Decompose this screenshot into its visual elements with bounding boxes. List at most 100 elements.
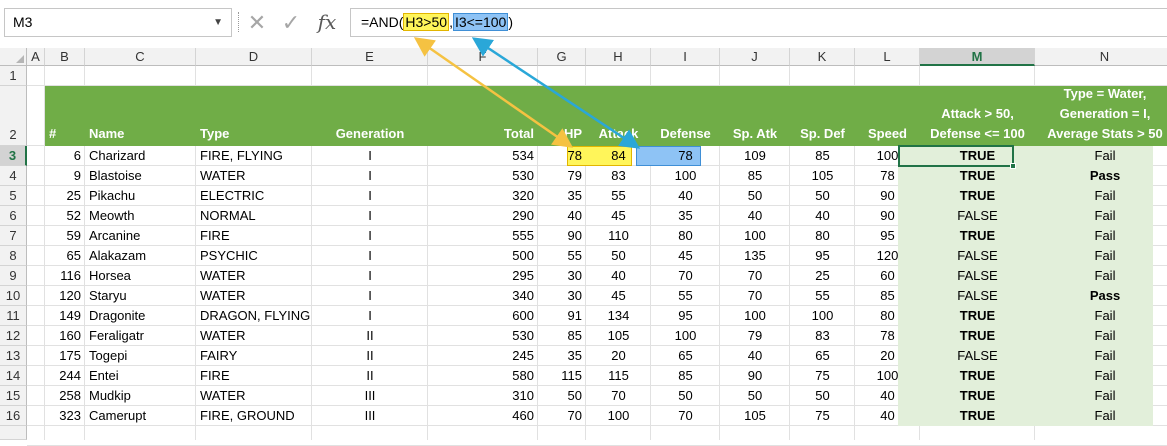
column-header-n[interactable]: N xyxy=(1035,48,1167,66)
column-header-e[interactable]: E xyxy=(312,48,428,66)
cell-num[interactable]: 160 xyxy=(45,326,85,346)
column-header-g[interactable]: G xyxy=(538,48,586,66)
row-header-6[interactable]: 6 xyxy=(0,206,27,226)
cell-speed[interactable]: 78 xyxy=(855,326,920,346)
cell-check1[interactable]: TRUE xyxy=(920,306,1035,326)
row-header-4[interactable]: 4 xyxy=(0,166,27,186)
cell-speed[interactable]: 95 xyxy=(855,226,920,246)
cell-generation[interactable]: II xyxy=(312,346,428,366)
select-all-corner[interactable] xyxy=(0,48,27,66)
cell-sp-atk[interactable]: 50 xyxy=(720,186,790,206)
cell-speed[interactable]: 85 xyxy=(855,286,920,306)
cell-speed[interactable]: 100 xyxy=(855,366,920,386)
row-header-10[interactable]: 10 xyxy=(0,286,27,306)
cell-attack[interactable]: 40 xyxy=(586,266,651,286)
cell-defense[interactable]: 35 xyxy=(651,206,720,226)
cell-speed[interactable]: 90 xyxy=(855,206,920,226)
cell-check1[interactable]: TRUE xyxy=(920,366,1035,386)
cell-sp-atk[interactable]: 70 xyxy=(720,266,790,286)
cell-total[interactable]: 295 xyxy=(428,266,538,286)
cell-type[interactable]: WATER xyxy=(196,326,312,346)
cell-hp[interactable]: 91 xyxy=(538,306,586,326)
cell-check1[interactable]: TRUE xyxy=(920,406,1035,426)
cell-sp-def[interactable]: 50 xyxy=(790,386,855,406)
cell-hp[interactable]: 35 xyxy=(538,186,586,206)
cell-generation[interactable]: I xyxy=(312,226,428,246)
cell-defense[interactable]: 95 xyxy=(651,306,720,326)
cell-name[interactable]: Charizard xyxy=(85,146,196,166)
cell-generation[interactable]: I xyxy=(312,146,428,166)
cell-name[interactable]: Staryu xyxy=(85,286,196,306)
worksheet-grid[interactable]: # Name Type Generation Total HP Attack Defense S… xyxy=(27,66,1167,446)
cell-hp[interactable]: 40 xyxy=(538,206,586,226)
row-header-12[interactable]: 12 xyxy=(0,326,27,346)
column-header-j[interactable]: J xyxy=(720,48,790,66)
name-box[interactable]: M3 ▼ xyxy=(4,8,232,37)
cell-check1[interactable]: TRUE xyxy=(920,226,1035,246)
cell-hp[interactable]: 90 xyxy=(538,226,586,246)
cell-name[interactable]: Horsea xyxy=(85,266,196,286)
cell-total[interactable]: 340 xyxy=(428,286,538,306)
column-header-h[interactable]: H xyxy=(586,48,651,66)
cell-sp-atk[interactable]: 40 xyxy=(720,346,790,366)
cell-num[interactable]: 258 xyxy=(45,386,85,406)
fill-handle[interactable] xyxy=(1010,163,1016,169)
cell-generation[interactable]: II xyxy=(312,326,428,346)
cell-type[interactable]: WATER xyxy=(196,286,312,306)
cell-name[interactable]: Blastoise xyxy=(85,166,196,186)
cell-hp[interactable]: 115 xyxy=(538,366,586,386)
cell-num[interactable]: 25 xyxy=(45,186,85,206)
cell-sp-atk[interactable]: 85 xyxy=(720,166,790,186)
cell-name[interactable]: Feraligatr xyxy=(85,326,196,346)
cell-name[interactable]: Camerupt xyxy=(85,406,196,426)
row-header-17[interactable] xyxy=(0,426,27,440)
column-header-l[interactable]: L xyxy=(855,48,920,66)
cell-defense[interactable]: 100 xyxy=(651,326,720,346)
cell-hp[interactable]: 35 xyxy=(538,346,586,366)
cell-total[interactable]: 290 xyxy=(428,206,538,226)
cell-generation[interactable]: III xyxy=(312,386,428,406)
cell-type[interactable]: FIRE xyxy=(196,366,312,386)
cell-sp-def[interactable]: 75 xyxy=(790,366,855,386)
cell-defense[interactable]: 55 xyxy=(651,286,720,306)
cell-check1[interactable]: FALSE xyxy=(920,266,1035,286)
column-header-c[interactable]: C xyxy=(85,48,196,66)
cell-hp[interactable]: 50 xyxy=(538,386,586,406)
cell-type[interactable]: FAIRY xyxy=(196,346,312,366)
cell-generation[interactable]: III xyxy=(312,406,428,426)
cell-hp[interactable]: 79 xyxy=(538,166,586,186)
cell-check2[interactable]: Fail xyxy=(1035,206,1167,226)
cell-attack[interactable]: 70 xyxy=(586,386,651,406)
cell-generation[interactable]: I xyxy=(312,246,428,266)
column-header-m[interactable]: M xyxy=(920,48,1035,66)
column-header-d[interactable]: D xyxy=(196,48,312,66)
cell-type[interactable]: DRAGON, FLYING xyxy=(196,306,312,326)
cell-sp-atk[interactable]: 100 xyxy=(720,226,790,246)
cell-sp-atk[interactable]: 50 xyxy=(720,386,790,406)
cell-sp-atk[interactable]: 90 xyxy=(720,366,790,386)
cell-defense[interactable]: 65 xyxy=(651,346,720,366)
row-header-2[interactable]: 2 xyxy=(0,86,27,146)
cell-total[interactable]: 245 xyxy=(428,346,538,366)
cell-speed[interactable]: 120 xyxy=(855,246,920,266)
formula-bar-grip[interactable] xyxy=(238,12,240,32)
cell-type[interactable]: WATER xyxy=(196,386,312,406)
cell-sp-def[interactable]: 105 xyxy=(790,166,855,186)
cell-sp-def[interactable]: 40 xyxy=(790,206,855,226)
row-header-3[interactable]: 3 xyxy=(0,146,27,166)
row-header-11[interactable]: 11 xyxy=(0,306,27,326)
cell-generation[interactable]: I xyxy=(312,266,428,286)
cell-total[interactable]: 600 xyxy=(428,306,538,326)
cell-type[interactable]: PSYCHIC xyxy=(196,246,312,266)
cell-attack[interactable]: 20 xyxy=(586,346,651,366)
cell-name[interactable]: Meowth xyxy=(85,206,196,226)
cell-check2[interactable]: Fail xyxy=(1035,386,1167,406)
cell-check2[interactable]: Fail xyxy=(1035,306,1167,326)
cell-check1[interactable]: FALSE xyxy=(920,206,1035,226)
row-header-7[interactable]: 7 xyxy=(0,226,27,246)
cell-hp[interactable]: 55 xyxy=(538,246,586,266)
cell-total[interactable]: 530 xyxy=(428,326,538,346)
cell-type[interactable]: FIRE, FLYING xyxy=(196,146,312,166)
cell-name[interactable]: Entei xyxy=(85,366,196,386)
cell-sp-atk[interactable]: 109 xyxy=(720,146,790,166)
